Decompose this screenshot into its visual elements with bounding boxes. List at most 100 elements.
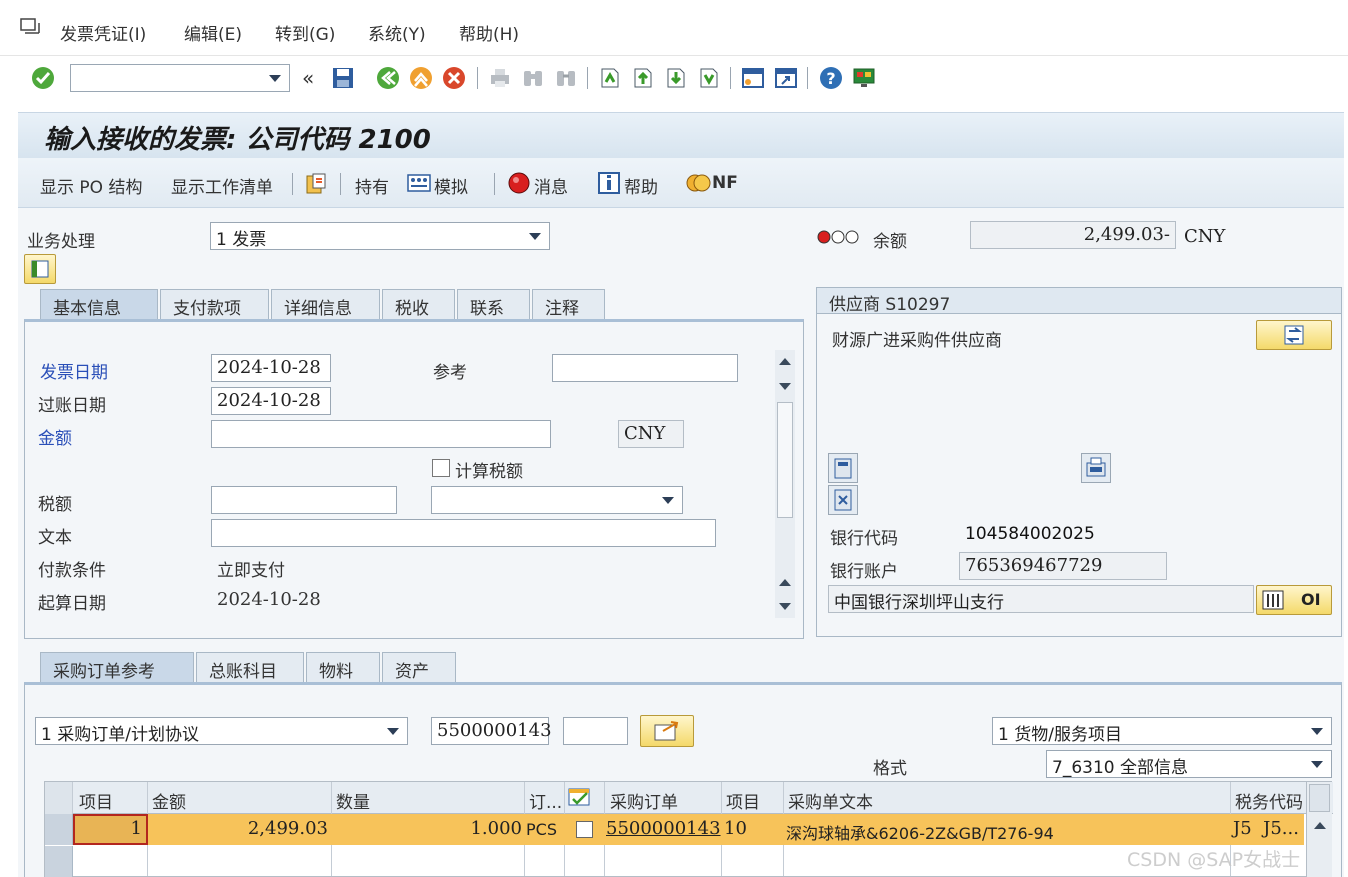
- nf-button[interactable]: NF: [712, 173, 738, 193]
- back-icon[interactable]: [376, 66, 400, 90]
- menu-icon[interactable]: [20, 18, 40, 36]
- reference-field[interactable]: [552, 354, 738, 382]
- menu-invoice-document[interactable]: 发票凭证(I): [60, 20, 146, 45]
- customize-layout-icon[interactable]: [852, 66, 876, 90]
- enter-icon[interactable]: [31, 66, 55, 90]
- new-session-icon[interactable]: [741, 66, 765, 90]
- tab-gl-account[interactable]: 总账科目: [196, 652, 304, 682]
- po-number-field[interactable]: 5500000143: [431, 717, 552, 745]
- po-doc-type-dropdown[interactable]: 1 采购订单/计划协议: [35, 717, 408, 745]
- cell-quantity[interactable]: 1.000: [336, 818, 522, 839]
- scroll-up-icon[interactable]: [779, 579, 791, 586]
- delete-contact-icon[interactable]: [828, 485, 858, 515]
- tab-notes[interactable]: 注释: [532, 289, 605, 319]
- item-type-dropdown[interactable]: 1 货物/服务项目: [992, 717, 1332, 745]
- tax-code-dropdown[interactable]: [431, 486, 683, 514]
- tab-payment[interactable]: 支付款项: [160, 289, 269, 319]
- select-all-icon[interactable]: [567, 786, 593, 808]
- find-icon[interactable]: [521, 66, 545, 90]
- transaction-dropdown[interactable]: 1 发票: [210, 222, 550, 250]
- cell-amount[interactable]: 2,499.03: [152, 818, 328, 839]
- col-amount[interactable]: 金额: [152, 788, 186, 813]
- col-purchase-order[interactable]: 采购订单: [610, 788, 678, 813]
- show-hide-worklist-button[interactable]: [24, 254, 56, 284]
- table-scrollbar[interactable]: [1306, 782, 1332, 877]
- menu-edit[interactable]: 编辑(E): [184, 20, 242, 45]
- tab-contact[interactable]: 联系: [457, 289, 530, 319]
- col-quantity[interactable]: 数量: [336, 788, 370, 813]
- show-po-structure-button[interactable]: 显示 PO 结构: [40, 173, 142, 198]
- cell-tax-code[interactable]: J5 J5...: [1233, 818, 1299, 839]
- menu-system[interactable]: 系统(Y): [368, 20, 426, 45]
- col-tax-code[interactable]: 税务代码: [1235, 788, 1303, 813]
- help-icon[interactable]: ?: [819, 66, 843, 90]
- row-checkbox[interactable]: [576, 821, 593, 838]
- tab-basic-info[interactable]: 基本信息: [40, 289, 158, 319]
- tax-amount-field[interactable]: [211, 486, 397, 514]
- invoice-date-field[interactable]: 2024-10-28: [211, 354, 331, 382]
- next-page-icon[interactable]: [664, 66, 688, 90]
- fax-icon[interactable]: [1081, 453, 1111, 483]
- scroll-down-icon[interactable]: [779, 383, 791, 390]
- toolbar-separator: [292, 173, 293, 195]
- tab-details[interactable]: 详细信息: [271, 289, 380, 319]
- svg-text:?: ?: [826, 69, 835, 88]
- amount-field[interactable]: [211, 420, 551, 448]
- scroll-thumb[interactable]: [777, 402, 793, 518]
- simulate-button[interactable]: 模拟: [434, 173, 468, 198]
- row-selector[interactable]: [45, 814, 73, 845]
- first-page-icon[interactable]: [598, 66, 622, 90]
- messages-icon[interactable]: [507, 171, 531, 195]
- toolbar-separator: [494, 173, 495, 195]
- chevron-down-icon: [1311, 728, 1323, 735]
- col-order-unit[interactable]: 订...: [529, 788, 562, 813]
- calc-tax-checkbox[interactable]: [432, 459, 450, 477]
- row-selector[interactable]: [45, 846, 73, 877]
- hold-button[interactable]: 持有: [355, 173, 389, 198]
- command-field[interactable]: [70, 64, 290, 92]
- tab-label: 采购订单参考: [53, 662, 155, 682]
- save-icon[interactable]: [331, 66, 355, 90]
- create-shortcut-icon[interactable]: [774, 66, 798, 90]
- paste-icon[interactable]: [304, 171, 328, 195]
- collapse-command-icon[interactable]: «: [302, 66, 314, 90]
- cancel-icon[interactable]: [442, 66, 466, 90]
- messages-button[interactable]: 消息: [534, 173, 568, 198]
- basic-scrollbar[interactable]: [775, 350, 795, 618]
- col-item[interactable]: 项目: [79, 788, 113, 813]
- vendor-switch-button[interactable]: [1256, 320, 1332, 350]
- menu-goto[interactable]: 转到(G): [275, 20, 335, 45]
- scroll-down-icon[interactable]: [779, 603, 791, 610]
- scroll-thumb[interactable]: [1309, 784, 1330, 812]
- tab-tax[interactable]: 税收: [382, 289, 455, 319]
- tab-asset[interactable]: 资产: [382, 652, 456, 682]
- scroll-up-icon[interactable]: [779, 358, 791, 365]
- col-po-text[interactable]: 采购单文本: [788, 788, 873, 813]
- tab-po-reference[interactable]: 采购订单参考: [40, 652, 194, 682]
- text-field[interactable]: [211, 519, 716, 547]
- tab-material[interactable]: 物料: [306, 652, 380, 682]
- scroll-up-icon[interactable]: [1314, 822, 1326, 829]
- coin-icon[interactable]: [686, 171, 712, 195]
- info-icon[interactable]: [597, 171, 621, 195]
- exit-icon[interactable]: [409, 66, 433, 90]
- po-item-field[interactable]: [563, 717, 628, 745]
- find-next-icon[interactable]: [554, 66, 578, 90]
- layout-dropdown[interactable]: 7_6310 全部信息: [1046, 750, 1332, 778]
- print-icon[interactable]: [488, 66, 512, 90]
- previous-page-icon[interactable]: [631, 66, 655, 90]
- menu-bar: 发票凭证(I) 编辑(E) 转到(G) 系统(Y) 帮助(H): [0, 0, 1348, 56]
- watermark: CSDN @SAP女战士: [1127, 849, 1301, 871]
- menu-help[interactable]: 帮助(H): [459, 20, 519, 45]
- transfer-po-button[interactable]: [640, 715, 694, 747]
- open-items-button[interactable]: OI: [1256, 585, 1332, 615]
- posting-date-field[interactable]: 2024-10-28: [211, 387, 331, 415]
- show-worklist-button[interactable]: 显示工作清单: [171, 173, 273, 198]
- simulate-icon[interactable]: [407, 171, 431, 195]
- help-button[interactable]: 帮助: [624, 173, 658, 198]
- col-po-item[interactable]: 项目: [726, 788, 760, 813]
- last-page-icon[interactable]: [697, 66, 721, 90]
- telephone-icon[interactable]: [828, 453, 858, 483]
- cell-purchase-order-link[interactable]: 5500000143: [606, 818, 721, 839]
- row-selector-header[interactable]: [45, 782, 73, 814]
